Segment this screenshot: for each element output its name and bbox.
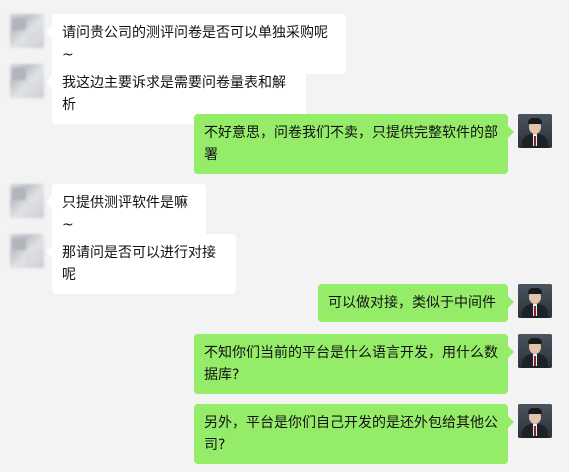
agent-avatar-icon[interactable]	[518, 114, 552, 148]
message-text: 我这边主要诉求是需要问卷量表和解析	[62, 75, 286, 113]
chat-history: 请问贵公司的测评问卷是否可以单独采购呢~ 我这边主要诉求是需要问卷量表和解析 不…	[0, 0, 569, 472]
agent-avatar-icon[interactable]	[518, 404, 552, 438]
message-text: 只提供测评软件是嘛~	[62, 195, 188, 233]
message-text: 另外，平台是你们自己开发的是还外包给其他公司?	[204, 415, 498, 453]
message-text: 可以做对接，类似于中间件	[328, 295, 496, 311]
customer-avatar-icon[interactable]	[10, 234, 44, 268]
message-text: 请问贵公司的测评问卷是否可以单独采购呢~	[62, 25, 328, 63]
message-bubble-outgoing[interactable]: 不知你们当前的平台是什么语言开发，用什么数据库?	[194, 334, 514, 394]
message-text: 不知你们当前的平台是什么语言开发，用什么数据库?	[204, 345, 498, 383]
agent-avatar-icon[interactable]	[518, 334, 552, 368]
customer-avatar-icon[interactable]	[10, 14, 44, 48]
message-bubble-outgoing[interactable]: 另外，平台是你们自己开发的是还外包给其他公司?	[194, 404, 514, 464]
agent-avatar-icon[interactable]	[518, 284, 552, 318]
message-bubble-outgoing[interactable]: 不好意思，问卷我们不卖，只提供完整软件的部署	[194, 114, 514, 174]
message-bubble-incoming[interactable]: 那请问是否可以进行对接呢	[46, 234, 236, 294]
message-text: 那请问是否可以进行对接呢	[62, 245, 216, 283]
message-bubble-outgoing[interactable]: 可以做对接，类似于中间件	[318, 284, 514, 322]
customer-avatar-icon[interactable]	[10, 64, 44, 98]
message-text: 不好意思，问卷我们不卖，只提供完整软件的部署	[204, 125, 498, 163]
customer-avatar-icon[interactable]	[10, 184, 44, 218]
